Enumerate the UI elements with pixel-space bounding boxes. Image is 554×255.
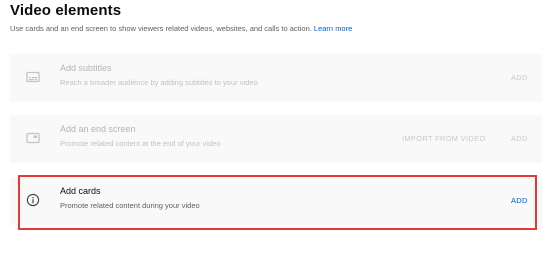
add-end-screen-button[interactable]: ADD bbox=[511, 134, 528, 143]
subtitles-description: Reach a broader audience by adding subti… bbox=[60, 78, 258, 87]
learn-more-link[interactable]: Learn more bbox=[314, 24, 352, 33]
end-screen-card: Add an end screen Promote related conten… bbox=[10, 115, 542, 163]
cards-card: Add cards Promote related content during… bbox=[10, 177, 542, 225]
import-from-video-button[interactable]: IMPORT FROM VIDEO bbox=[402, 134, 486, 143]
end-screen-description: Promote related content at the end of yo… bbox=[60, 139, 221, 148]
subtitles-title: Add subtitles bbox=[60, 63, 112, 73]
subtitles-card: Add subtitles Reach a broader audience b… bbox=[10, 54, 542, 102]
page-title: Video elements bbox=[10, 2, 122, 19]
cards-title: Add cards bbox=[60, 186, 101, 196]
info-icon bbox=[26, 193, 40, 207]
add-subtitles-button[interactable]: ADD bbox=[511, 73, 528, 82]
subtitle-text: Use cards and an end screen to show view… bbox=[10, 24, 312, 33]
add-cards-button[interactable]: ADD bbox=[511, 196, 528, 205]
page-subtitle: Use cards and an end screen to show view… bbox=[10, 24, 352, 33]
end-screen-title: Add an end screen bbox=[60, 124, 136, 134]
subtitles-icon bbox=[26, 70, 40, 84]
cards-description: Promote related content during your vide… bbox=[60, 201, 200, 210]
end-screen-icon bbox=[26, 131, 40, 145]
